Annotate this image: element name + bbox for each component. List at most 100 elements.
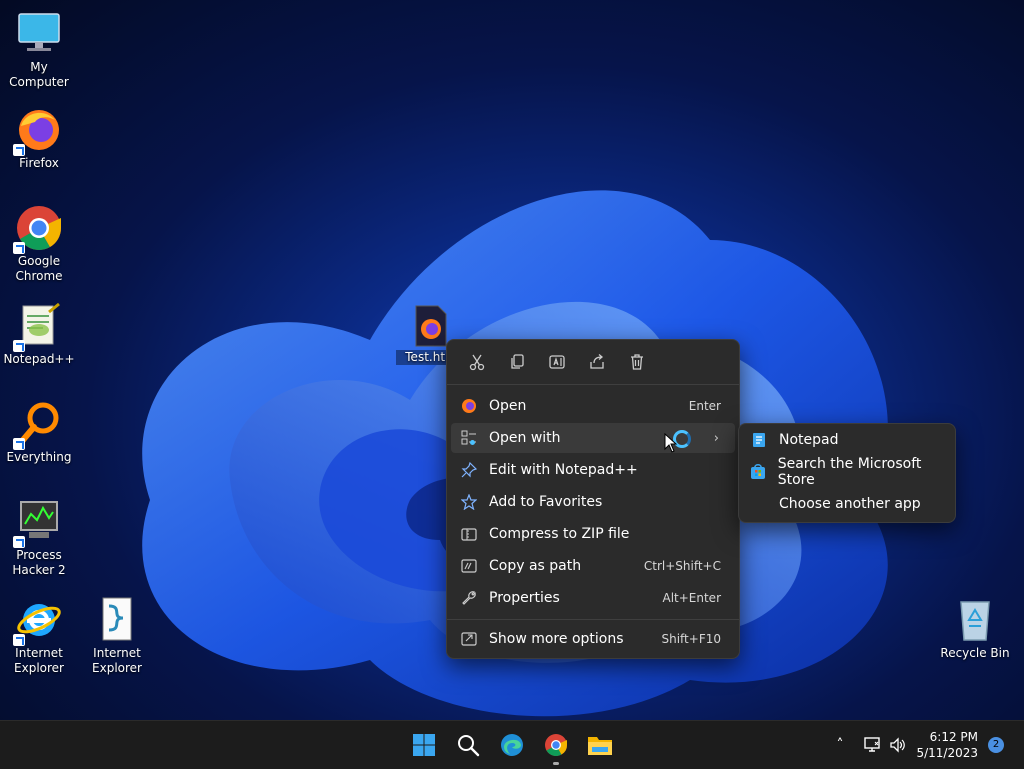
zip-folder-icon: [459, 524, 479, 544]
menu-item-show-more-options[interactable]: Show more options Shift+F10: [451, 624, 735, 654]
rename-button[interactable]: [537, 346, 577, 378]
search-icon: [458, 735, 480, 757]
copy-path-icon: [459, 556, 479, 576]
running-indicator: [553, 762, 559, 765]
menu-item-label: Open with: [489, 430, 561, 446]
taskbar-edge[interactable]: [496, 729, 528, 761]
menu-item-shortcut: Alt+Enter: [662, 591, 721, 605]
chevron-right-icon: ›: [713, 430, 719, 446]
share-button[interactable]: [577, 346, 617, 378]
submenu-item-search-store[interactable]: Search the Microsoft Store: [743, 456, 951, 488]
menu-item-open[interactable]: Open Enter: [451, 391, 735, 421]
menu-item-properties[interactable]: Properties Alt+Enter: [451, 583, 735, 613]
delete-button[interactable]: [617, 346, 657, 378]
desktop-icon-label: Firefox: [19, 156, 59, 170]
chrome-icon: [545, 734, 567, 756]
desktop-icon-label: My Computer: [9, 60, 69, 89]
start-button[interactable]: [408, 729, 440, 761]
desktop-icon-firefox[interactable]: Firefox: [0, 106, 78, 171]
star-icon: [459, 492, 479, 512]
windows-logo-icon: [413, 734, 435, 756]
html-file-icon: [414, 304, 448, 348]
menu-item-copy-as-path[interactable]: Copy as path Ctrl+Shift+C: [451, 551, 735, 581]
taskbar: ˄ 6:12 PM 5/11/2023 2: [0, 720, 1024, 769]
firefox-icon: [13, 106, 63, 156]
network-icon: [864, 737, 880, 752]
system-clock[interactable]: 6:12 PM 5/11/2023: [916, 729, 978, 761]
desktop-icon-internet-explorer[interactable]: Internet Explorer: [0, 596, 78, 676]
clock-date: 5/11/2023: [916, 746, 978, 760]
menu-separator: [447, 619, 739, 620]
desktop-icon-label: Notepad++: [3, 352, 75, 366]
shortcut-arrow-icon: [13, 242, 25, 254]
menu-item-open-with[interactable]: Open with ›: [451, 423, 735, 453]
menu-item-label: Compress to ZIP file: [489, 526, 630, 542]
shortcut-arrow-icon: [13, 438, 25, 450]
cut-button[interactable]: [457, 346, 497, 378]
menu-item-shortcut: Enter: [688, 399, 721, 413]
internet-explorer-icon: [13, 596, 63, 646]
desktop-icon-internet-explorer-script[interactable]: Internet Explorer: [78, 596, 156, 676]
menu-item-label: Show more options: [489, 631, 624, 647]
desktop-icon-label: Recycle Bin: [940, 646, 1010, 660]
context-menu-toolbar: [447, 340, 739, 384]
menu-item-shortcut: Ctrl+Shift+C: [643, 559, 721, 573]
taskbar-file-explorer[interactable]: [584, 729, 616, 761]
desktop-icon-google-chrome[interactable]: Google Chrome: [0, 204, 78, 284]
search-loupe-icon: [13, 400, 63, 450]
menu-item-label: Copy as path: [489, 558, 582, 574]
cut-icon: [469, 354, 485, 371]
desktop-icon-process-hacker[interactable]: Process Hacker 2: [0, 498, 78, 578]
desktop-icon-everything[interactable]: Everything: [0, 400, 78, 465]
notification-badge[interactable]: 2: [988, 737, 1004, 753]
share-icon: [590, 354, 604, 369]
show-hidden-icons-button[interactable]: ˄: [826, 729, 854, 761]
chevron-up-icon: ˄: [836, 737, 844, 753]
desktop-icon-label: Everything: [6, 450, 72, 464]
menu-item-add-to-favorites[interactable]: Add to Favorites: [451, 487, 735, 517]
folder-icon: [588, 737, 612, 755]
firefox-icon: [459, 396, 479, 416]
monitor-icon: [15, 10, 63, 58]
submenu-item-choose-another-app[interactable]: Choose another app: [743, 489, 951, 519]
clock-time: 6:12 PM: [929, 730, 978, 744]
menu-item-label: Open: [489, 398, 527, 414]
menu-item-compress-to-zip[interactable]: Compress to ZIP file: [451, 519, 735, 549]
chrome-icon: [13, 204, 63, 254]
desktop-icon-notepad-plus-plus[interactable]: Notepad++: [0, 302, 78, 367]
copy-button[interactable]: [497, 346, 537, 378]
desktop-icon-recycle-bin[interactable]: Recycle Bin: [936, 596, 1014, 661]
rename-icon: [549, 355, 565, 369]
desktop-icon-my-computer[interactable]: My Computer: [0, 10, 78, 90]
speaker-icon: [890, 737, 905, 753]
search-button[interactable]: [452, 729, 484, 761]
shortcut-arrow-icon: [13, 634, 25, 646]
menu-separator: [447, 384, 739, 385]
open-with-icon: [459, 428, 479, 448]
desktop-icon-label: Internet Explorer: [14, 646, 64, 675]
shortcut-arrow-icon: [13, 144, 25, 156]
delete-icon: [631, 354, 643, 370]
shortcut-arrow-icon: [13, 340, 25, 352]
menu-item-edit-with-notepad-plus-plus[interactable]: Edit with Notepad++: [451, 455, 735, 485]
recycle-bin-icon: [951, 596, 999, 644]
script-file-icon: [93, 596, 141, 644]
mouse-cursor-icon: [664, 433, 678, 453]
more-options-icon: [459, 629, 479, 649]
microsoft-store-icon: [749, 462, 768, 482]
network-status-button[interactable]: [858, 729, 886, 761]
submenu-item-label: Choose another app: [779, 496, 921, 512]
submenu-item-notepad[interactable]: Notepad: [743, 425, 951, 455]
volume-button[interactable]: [884, 729, 912, 761]
pin-icon: [459, 460, 479, 480]
notepad-plus-plus-icon: [13, 302, 63, 352]
context-menu: Open Enter Open with › Edit with Notepad…: [446, 339, 740, 659]
notepad-icon: [749, 430, 769, 450]
desktop-icon-label: Google Chrome: [15, 254, 63, 283]
copy-icon: [511, 354, 524, 369]
taskbar-chrome[interactable]: [540, 729, 572, 765]
process-hacker-icon: [13, 498, 63, 548]
edge-icon: [501, 734, 523, 756]
submenu-item-label: Search the Microsoft Store: [777, 456, 922, 488]
open-with-submenu: Notepad Search the Microsoft Store Choos…: [738, 423, 956, 523]
